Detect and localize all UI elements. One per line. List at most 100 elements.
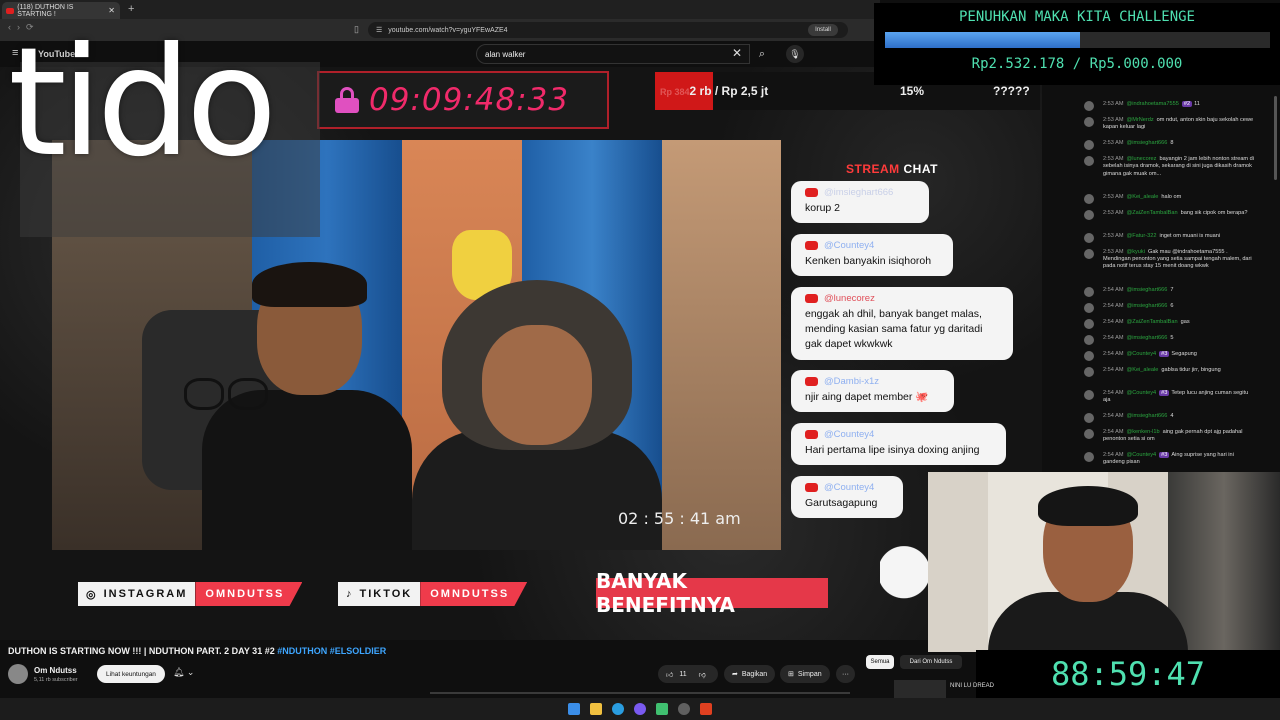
donation-goal-left: Rp 384: [660, 87, 690, 97]
chat-avatar[interactable]: [1084, 286, 1094, 297]
site-info-icon[interactable]: ☰: [376, 26, 382, 34]
chat-avatar[interactable]: [1084, 429, 1094, 439]
live-chat-message[interactable]: 2:54 AM @imsieghart666 5: [1084, 334, 1254, 345]
search-button[interactable]: ⌕: [752, 45, 772, 63]
chat-user: @Countey4: [824, 429, 875, 440]
chat-avatar[interactable]: [1084, 193, 1094, 204]
chat-message: Kenken banyakin isiqhoroh: [805, 255, 932, 267]
chat-text: 8: [1170, 140, 1174, 147]
channel-name[interactable]: Om Ndutss: [34, 666, 77, 675]
youtube-favicon-icon: [6, 7, 15, 14]
new-tab-icon[interactable]: +: [128, 3, 134, 15]
chat-username: @imsieghart666: [1126, 140, 1168, 147]
chat-user: @Countey4: [824, 482, 875, 493]
edge-browser-icon[interactable]: [612, 703, 624, 715]
live-chat-message[interactable]: 2:53 AM @Fatur-322 inget om muani is muani: [1084, 233, 1254, 243]
chat-avatar[interactable]: [1084, 101, 1094, 111]
live-chat-message[interactable]: 2:54 AM @Countey4 #3 Aing suprise yang hari…: [1084, 452, 1254, 466]
live-chat-message[interactable]: 2:54 AM @Countey4 #3 Tetep lucu anjing cuma…: [1084, 389, 1254, 404]
join-benefits-button[interactable]: Lihat keuntungan: [97, 665, 165, 683]
big-digital-clock: 88:59:47: [976, 650, 1280, 698]
live-chat-message[interactable]: 2:54 AM @Kei_aleale gablsa tidur jirr, bin…: [1084, 366, 1254, 377]
live-chat-message[interactable]: 2:54 AM @kenken-l1b aing gak pernah dpt aj…: [1084, 429, 1254, 443]
tiktok-label: TIKTOK: [359, 588, 413, 600]
filter-chip-from-channel[interactable]: Dari Om Ndutss: [900, 655, 962, 669]
filter-chip-all[interactable]: Semua: [866, 655, 894, 669]
chat-avatar[interactable]: [1084, 389, 1094, 400]
chat-avatar[interactable]: [1084, 249, 1094, 259]
challenge-amount: Rp2.532.178 / Rp5.000.000: [971, 56, 1183, 72]
share-button[interactable]: ➦ Bagikan: [724, 665, 776, 683]
url-text: youtube.com/watch?v=yguYFEwAZE4: [388, 26, 508, 34]
live-chat-message[interactable]: 2:53 AM @MrNerdz om ndut, anton skin baju …: [1084, 117, 1254, 131]
recommended-video-title[interactable]: NINI LU DREAD: [950, 682, 994, 690]
media-player-icon[interactable]: [656, 703, 668, 715]
chat-avatar[interactable]: [1084, 233, 1094, 243]
chat-message: korup 2: [805, 202, 841, 214]
chat-user: @Countey4: [824, 240, 875, 251]
live-chat-message[interactable]: 2:54 AM @imsieghart666 4: [1084, 413, 1254, 423]
donation-goal-percent: 15%: [900, 84, 925, 98]
camera-clock: 02 : 55 : 41 am: [618, 509, 741, 528]
search-input[interactable]: alan walker: [476, 44, 750, 64]
live-chat-message[interactable]: 2:53 AM @imsieghart666 8: [1084, 140, 1254, 151]
chat-username: @lunecorez: [1126, 156, 1157, 163]
chat-avatar[interactable]: [1084, 302, 1094, 313]
chat-username: @Countey4: [1126, 452, 1157, 459]
messenger-icon[interactable]: [634, 703, 646, 715]
live-chat-message[interactable]: 2:53 AM @indrahoetama7555 #2 11: [1084, 101, 1254, 111]
chat-time: 2:54 AM: [1103, 452, 1124, 459]
live-chat-message[interactable]: 2:54 AM @ZaiZenTambalBan gas: [1084, 318, 1254, 329]
brave-browser-icon[interactable]: [700, 703, 712, 715]
recommended-video-thumbnail[interactable]: [894, 680, 946, 700]
live-chat-message[interactable]: 2:54 AM @imsieghart666 7: [1084, 286, 1254, 297]
chat-avatar[interactable]: [1084, 334, 1094, 345]
microphone-icon: 🎙: [789, 48, 801, 59]
voice-search-button[interactable]: 🎙: [786, 45, 804, 63]
chat-text: Tetep lucu anjing cuman segitu aja: [1103, 389, 1249, 403]
chat-time: 2:54 AM: [1103, 334, 1124, 341]
address-bar[interactable]: ☰ youtube.com/watch?v=yguYFEwAZE4: [368, 22, 848, 38]
file-explorer-icon[interactable]: [590, 703, 602, 715]
chat-avatar[interactable]: [1084, 318, 1094, 329]
live-chat-message[interactable]: 2:54 AM @Countey4 #3 Segapung: [1084, 350, 1254, 361]
chat-avatar[interactable]: [1084, 413, 1094, 423]
install-button[interactable]: Install: [808, 24, 838, 36]
live-chat-message[interactable]: 2:53 AM @Kei_aleale halo om: [1084, 193, 1254, 204]
settings-icon[interactable]: [678, 703, 690, 715]
like-count: 11: [679, 670, 687, 678]
notification-bell-icon[interactable]: 🔔︎ ⌄: [173, 667, 194, 678]
chat-username: @kyuki: [1126, 249, 1145, 255]
start-button-icon[interactable]: [568, 703, 580, 715]
chat-text: 6: [1170, 302, 1174, 309]
bookmark-icon[interactable]: ▯: [354, 24, 359, 35]
close-tab-icon[interactable]: ✕: [108, 6, 115, 15]
chat-avatar[interactable]: [1084, 350, 1094, 361]
live-chat-message[interactable]: 2:53 AM @kyuki Gak mau @indrahoetama7555 .…: [1084, 249, 1254, 271]
chat-username: @Countey4: [1126, 389, 1157, 396]
chat-avatar[interactable]: [1084, 117, 1094, 127]
webcam-feed: [928, 472, 1280, 652]
save-button[interactable]: ⊞ Simpan: [780, 665, 830, 683]
more-actions-button[interactable]: ···: [836, 665, 855, 683]
overlay-big-text: tido: [8, 16, 277, 190]
youtube-icon: [805, 241, 818, 250]
chat-text: 11: [1194, 101, 1200, 107]
chat-avatar[interactable]: [1084, 156, 1094, 167]
channel-avatar[interactable]: [8, 664, 28, 684]
like-dislike-button[interactable]: 👍︎ 11 👎︎: [658, 665, 718, 683]
live-chat-message[interactable]: 2:53 AM @ZaiZenTambalBan bang sik cipok om…: [1084, 209, 1254, 220]
chat-username: @imsieghart666: [1126, 302, 1168, 309]
chat-time: 2:53 AM: [1103, 233, 1124, 239]
live-chat-message[interactable]: 2:54 AM @imsieghart666 6: [1084, 302, 1254, 313]
chat-avatar[interactable]: [1084, 209, 1094, 220]
chat-avatar[interactable]: [1084, 452, 1094, 463]
live-chat-message[interactable]: 2:53 AM @lunecorez bayangin 2 jam lebih no…: [1084, 156, 1254, 178]
chat-time: 2:53 AM: [1103, 101, 1124, 107]
chat-scrollbar[interactable]: [1274, 96, 1277, 180]
chat-avatar[interactable]: [1084, 366, 1094, 377]
chat-time: 2:54 AM: [1103, 389, 1124, 396]
share-icon: ➦: [732, 671, 738, 678]
video-hashtags[interactable]: #NDUTHON #ELSOLDIER: [277, 646, 386, 656]
clear-search-icon[interactable]: ✕: [732, 46, 742, 60]
